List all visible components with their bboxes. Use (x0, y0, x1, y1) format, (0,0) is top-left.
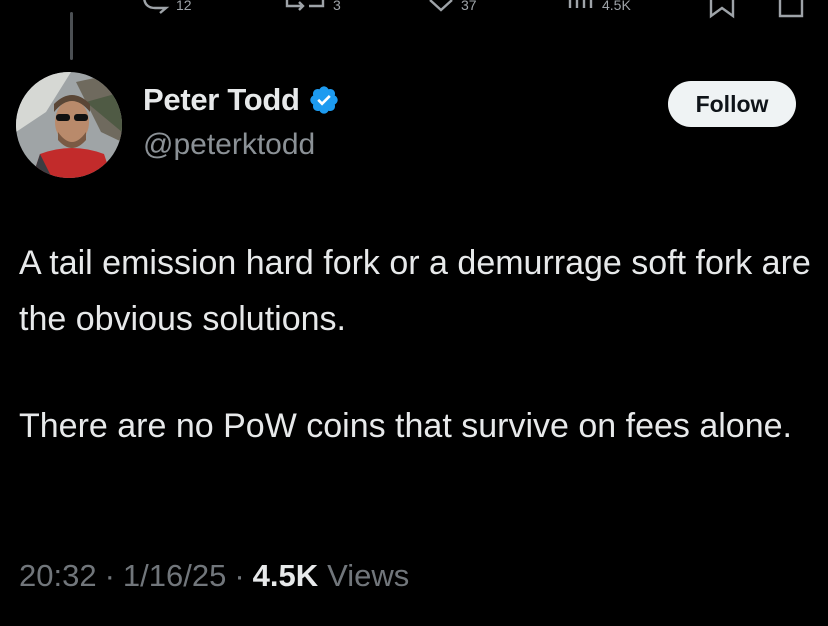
tweet-date[interactable]: 1/16/25 (123, 558, 226, 594)
share-icon (778, 0, 804, 18)
separator-dot: · (234, 558, 245, 593)
bookmark-button[interactable] (707, 0, 737, 20)
follow-button[interactable]: Follow (668, 81, 796, 127)
avatar-image (16, 72, 122, 178)
author-name-row: Peter Todd (143, 82, 340, 118)
reply-button[interactable]: 12 (140, 0, 192, 16)
bookmark-icon (709, 0, 735, 19)
views-button[interactable]: 4.5K (566, 0, 631, 16)
like-icon (429, 0, 453, 12)
reply-count: 12 (176, 0, 192, 13)
author-name[interactable]: Peter Todd (143, 82, 300, 118)
verified-badge-icon (309, 86, 338, 114)
tweet-text-paragraph-1: A tail emission hard fork or a demurrage… (19, 244, 811, 338)
views-count: 4.5K (252, 558, 319, 593)
repost-count: 3 (333, 0, 341, 13)
tweet-action-bar: 12 3 37 4.5K (0, 0, 828, 28)
repost-button[interactable]: 3 (283, 0, 341, 16)
tweet-time[interactable]: 20:32 (19, 558, 97, 594)
author-handle[interactable]: @peterktodd (143, 128, 315, 162)
thread-connector-line (70, 12, 73, 60)
views-count-top: 4.5K (602, 0, 631, 13)
views-label: Views (327, 558, 410, 593)
avatar[interactable] (16, 72, 122, 178)
reply-icon (143, 0, 170, 14)
tweet-metadata: 20:32 · 1/16/25 · 4.5K Views (19, 558, 409, 594)
views-icon (568, 0, 593, 8)
separator-dot: · (104, 558, 115, 593)
like-button[interactable]: 37 (427, 0, 477, 16)
repost-icon (285, 0, 325, 11)
share-button[interactable] (776, 0, 806, 20)
tweet-text-paragraph-2: There are no PoW coins that survive on f… (19, 407, 792, 445)
like-count: 37 (461, 0, 477, 13)
